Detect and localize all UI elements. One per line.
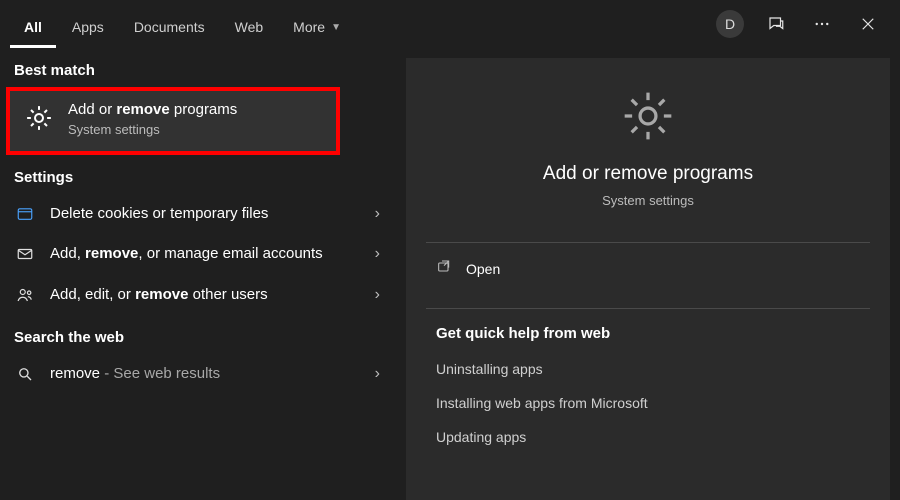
chevron-down-icon: ▼ — [331, 22, 341, 33]
result-text: Add, remove, or manage email accounts — [50, 244, 361, 264]
tab-label: Apps — [72, 19, 104, 35]
chevron-right-icon: › — [375, 205, 386, 223]
best-match-subtitle: System settings — [68, 122, 237, 137]
help-link-installing[interactable]: Installing web apps from Microsoft — [406, 386, 890, 420]
chevron-right-icon: › — [375, 286, 386, 304]
open-button[interactable]: Open — [406, 243, 890, 294]
settings-result-users[interactable]: Add, edit, or remove other users › — [0, 275, 400, 315]
mail-icon — [14, 245, 36, 263]
best-match-text: Add or remove programs System settings — [68, 101, 237, 137]
tab-web[interactable]: Web — [221, 5, 278, 48]
tab-more[interactable]: More ▼ — [279, 5, 355, 48]
avatar-initial: D — [725, 16, 735, 32]
tab-label: Web — [235, 19, 264, 35]
settings-result-email[interactable]: Add, remove, or manage email accounts › — [0, 234, 400, 274]
feedback-icon[interactable] — [762, 10, 790, 38]
help-link-uninstalling[interactable]: Uninstalling apps — [406, 352, 890, 386]
more-options-icon[interactable] — [808, 10, 836, 38]
detail-subtitle: System settings — [602, 193, 694, 208]
results-pane: Best match Add or remove programs System… — [0, 48, 400, 500]
tab-label: Documents — [134, 19, 205, 35]
result-text: Add, edit, or remove other users — [50, 285, 361, 305]
search-icon — [14, 365, 36, 383]
account-avatar[interactable]: D — [716, 10, 744, 38]
close-icon[interactable] — [854, 10, 882, 38]
gear-icon — [620, 88, 676, 147]
filter-tabs: All Apps Documents Web More ▼ — [0, 0, 355, 48]
topbar-right: D — [716, 10, 892, 38]
detail-hero: Add or remove programs System settings — [406, 58, 890, 228]
tab-label: All — [24, 19, 42, 35]
chevron-right-icon: › — [375, 365, 386, 383]
best-match-header: Best match — [0, 48, 400, 87]
best-match-title: Add or remove programs — [68, 101, 237, 118]
tab-all[interactable]: All — [10, 5, 56, 48]
tab-apps[interactable]: Apps — [58, 5, 118, 48]
help-link-updating[interactable]: Updating apps — [406, 420, 890, 454]
chevron-right-icon: › — [375, 245, 386, 263]
result-text: Delete cookies or temporary files — [50, 204, 361, 224]
gear-icon — [24, 103, 54, 136]
tab-label: More — [293, 19, 325, 35]
help-header: Get quick help from web — [406, 309, 890, 352]
search-tabs-bar: All Apps Documents Web More ▼ D — [0, 0, 900, 48]
result-text: remove - See web results — [50, 364, 361, 384]
best-match-result[interactable]: Add or remove programs System settings — [6, 87, 340, 155]
users-icon — [14, 286, 36, 304]
detail-pane: Add or remove programs System settings O… — [406, 58, 890, 500]
settings-result-cookies[interactable]: Delete cookies or temporary files › — [0, 194, 400, 234]
tab-documents[interactable]: Documents — [120, 5, 219, 48]
open-icon — [436, 259, 452, 278]
web-result[interactable]: remove - See web results › — [0, 354, 400, 394]
settings-header: Settings — [0, 155, 400, 194]
detail-title: Add or remove programs — [543, 163, 753, 185]
open-label: Open — [466, 261, 500, 277]
cookies-icon — [14, 205, 36, 223]
search-web-header: Search the web — [0, 315, 400, 354]
